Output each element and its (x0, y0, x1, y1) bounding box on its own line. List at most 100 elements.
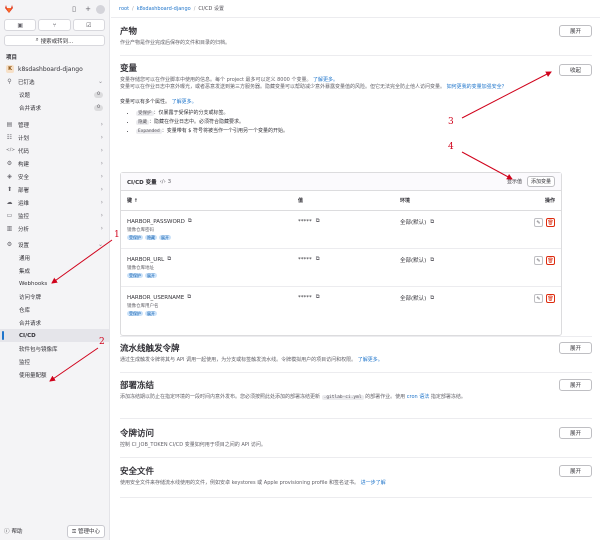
sidebar-item-operate[interactable]: ☁ 运维 › (0, 196, 109, 209)
edit-icon[interactable]: ✎ (534, 256, 543, 265)
copy-icon[interactable]: ⧉ (188, 218, 192, 225)
copy-icon[interactable]: ⧉ (316, 294, 320, 301)
cron-syntax-link[interactable]: cron 语法 (407, 394, 430, 400)
variable-env: 全部(默认) (400, 296, 427, 302)
triggers-expand-button[interactable]: 展开 (559, 342, 592, 354)
secure-files-learn-more-link[interactable]: 进一步了解 (361, 480, 386, 486)
divider (120, 372, 592, 373)
settings-sub-general[interactable]: 通用 (0, 251, 109, 264)
settings-sub-webhooks[interactable]: Webhooks (0, 277, 109, 290)
search-icon: ⌕ (35, 37, 39, 43)
copy-icon[interactable]: ⧉ (187, 294, 191, 301)
copy-icon[interactable]: ⧉ (430, 257, 434, 264)
artifacts-desc: 作业产物是作业完成后保存的文件和目录的归档。 (120, 40, 231, 46)
copy-icon[interactable]: ⧉ (316, 256, 320, 263)
project-link[interactable]: K k8sdashboard-django (0, 63, 109, 75)
sidebar-item-deploy[interactable]: ⬆ 部署 › (0, 183, 109, 196)
settings-sub-cicd[interactable]: CI/CD (0, 329, 109, 342)
settings-sub-repository[interactable]: 仓库 (0, 303, 109, 316)
help-button[interactable]: ⓘ 帮助 (4, 527, 23, 535)
token-access-expand-button[interactable]: 展开 (559, 427, 592, 439)
secure-files-section: 安全文件 使用安全文件来存储流水线使用的文件，例如安卓 keystores 或 … (120, 465, 592, 487)
sidebar-top-bar: ▯ + (0, 0, 109, 18)
plus-icon[interactable]: + (83, 4, 93, 14)
add-variable-button[interactable]: 添加变量 (526, 176, 555, 187)
chevron-right-icon: › (100, 121, 103, 128)
sidebar-sub-issues[interactable]: 议题 0 (0, 88, 109, 101)
freeze-expand-button[interactable]: 展开 (559, 379, 592, 391)
annotation-number-4: 4 (448, 142, 454, 152)
freeze-desc-text-c: 指定部署冻结。 (430, 394, 466, 400)
breadcrumb-root[interactable]: root (119, 6, 129, 12)
sidebar-sub-label: 软件包与镜像库 (19, 346, 58, 353)
chevron-right-icon: › (100, 186, 103, 193)
triggers-learn-more-link[interactable]: 了解更多。 (358, 357, 383, 363)
freeze-desc-text-b: 的部署作业。使用 (365, 394, 406, 400)
sidebar-item-code[interactable]: </> 代码 › (0, 144, 109, 157)
admin-icon: ⚿ (72, 528, 77, 535)
settings-sub-usage-quotas[interactable]: 使用量配额 (0, 368, 109, 381)
settings-sub-integrations[interactable]: 集成 (0, 264, 109, 277)
sidebar-item-pinned[interactable]: ⚲ 已钉选 ⌄ (0, 75, 109, 88)
book-icon: ▤ (6, 121, 13, 128)
settings-sub-packages[interactable]: 软件包与镜像库 (0, 342, 109, 355)
main-content: root / k8sdashboard-django / CI/CD 设置 产物… (111, 0, 600, 540)
search-button[interactable]: ⌕ 搜索或转到... (4, 35, 105, 46)
reveal-values-button[interactable]: 显示值 (507, 178, 522, 185)
delete-icon[interactable]: 🗑 (546, 294, 555, 303)
shield-icon: ◈ (7, 173, 12, 180)
sidebar-item-monitor[interactable]: ▭ 监控 › (0, 209, 109, 222)
sidebar-sub-label: 议题 (19, 92, 31, 99)
user-avatar[interactable] (96, 4, 105, 14)
delete-icon[interactable]: 🗑 (546, 218, 555, 227)
sidebar-item-analyze[interactable]: ▥ 分析 › (0, 222, 109, 235)
list-item: Expanded：变量带有 $ 符号将被当作一个引用另一个变量的开始。 (136, 127, 592, 136)
delete-icon[interactable]: 🗑 (546, 256, 555, 265)
sidebar-item-label: 监控 (18, 213, 30, 220)
chevron-right-icon: › (100, 134, 103, 141)
sidebar-sub-merge-requests[interactable]: 合并请求 0 (0, 101, 109, 114)
breadcrumb-separator: / (193, 5, 196, 12)
sidebar-item-build[interactable]: ⚙ 构建 › (0, 157, 109, 170)
admin-area-button[interactable]: ⚿ 管理中心 (67, 524, 105, 538)
variables-learn-more-link[interactable]: 了解更多。 (313, 77, 338, 83)
gitlab-logo-icon[interactable] (4, 4, 14, 14)
sidebar-toggle-icon[interactable]: ▯ (69, 4, 79, 14)
sidebar-item-security[interactable]: ◈ 安全 › (0, 170, 109, 183)
variables-collapse-button[interactable]: 收起 (559, 64, 592, 76)
sidebar-item-manage[interactable]: ▤ 管理 › (0, 118, 109, 131)
artifacts-expand-button[interactable]: 展开 (559, 25, 592, 37)
merge-requests-tile-icon[interactable]: ⑂ (38, 19, 71, 31)
attrs-learn-more-link[interactable]: 了解更多。 (172, 99, 197, 105)
sidebar-item-label: 构建 (18, 161, 30, 168)
variable-value: ***** (298, 218, 312, 225)
copy-icon[interactable]: ⧉ (430, 295, 434, 302)
variables-security-link[interactable]: 如何更我的变量加强安全？ (447, 84, 507, 90)
pin-icon: ⚲ (7, 78, 12, 85)
todo-tile-icon[interactable]: ☑ (72, 19, 105, 31)
copy-icon[interactable]: ⧉ (316, 218, 320, 225)
artifacts-section: 产物 作业产物是作业完成后保存的文件和目录的归档。 展开 (120, 25, 592, 47)
header-env: 环境 (400, 198, 411, 204)
copy-icon[interactable]: ⧉ (167, 256, 171, 263)
edit-icon[interactable]: ✎ (534, 294, 543, 303)
cicd-variables-title: CI/CD 变量 ‹/› 3 (127, 178, 171, 186)
edit-icon[interactable]: ✎ (534, 218, 543, 227)
tag-badge: 展开 (145, 311, 157, 316)
attr-code: 隐藏 (136, 120, 149, 125)
copy-icon[interactable]: ⧉ (430, 219, 434, 226)
cicd-variables-card: CI/CD 变量 ‹/› 3 显示值 添加变量 键 ↑ 值 环境 操作 HARB… (120, 172, 562, 336)
header-key[interactable]: 键 ↑ (127, 197, 298, 204)
secure-files-expand-button[interactable]: 展开 (559, 465, 592, 477)
header-value: 值 (298, 198, 304, 204)
tag-badge: 受保护 (127, 311, 143, 316)
settings-sub-monitor[interactable]: 监控 (0, 355, 109, 368)
breadcrumb-project[interactable]: k8sdashboard-django (137, 6, 191, 12)
sidebar-item-plan[interactable]: ☷ 计划 › (0, 131, 109, 144)
sidebar-item-settings[interactable]: ⚙ 设置 ⌄ (0, 238, 109, 251)
settings-sub-access-tokens[interactable]: 访问令牌 (0, 290, 109, 303)
settings-sub-merge-requests[interactable]: 合并请求 (0, 316, 109, 329)
issues-tile-icon[interactable]: ▣ (4, 19, 37, 31)
triggers-title: 流水线触发令牌 (120, 344, 180, 354)
chevron-right-icon: › (100, 147, 103, 154)
